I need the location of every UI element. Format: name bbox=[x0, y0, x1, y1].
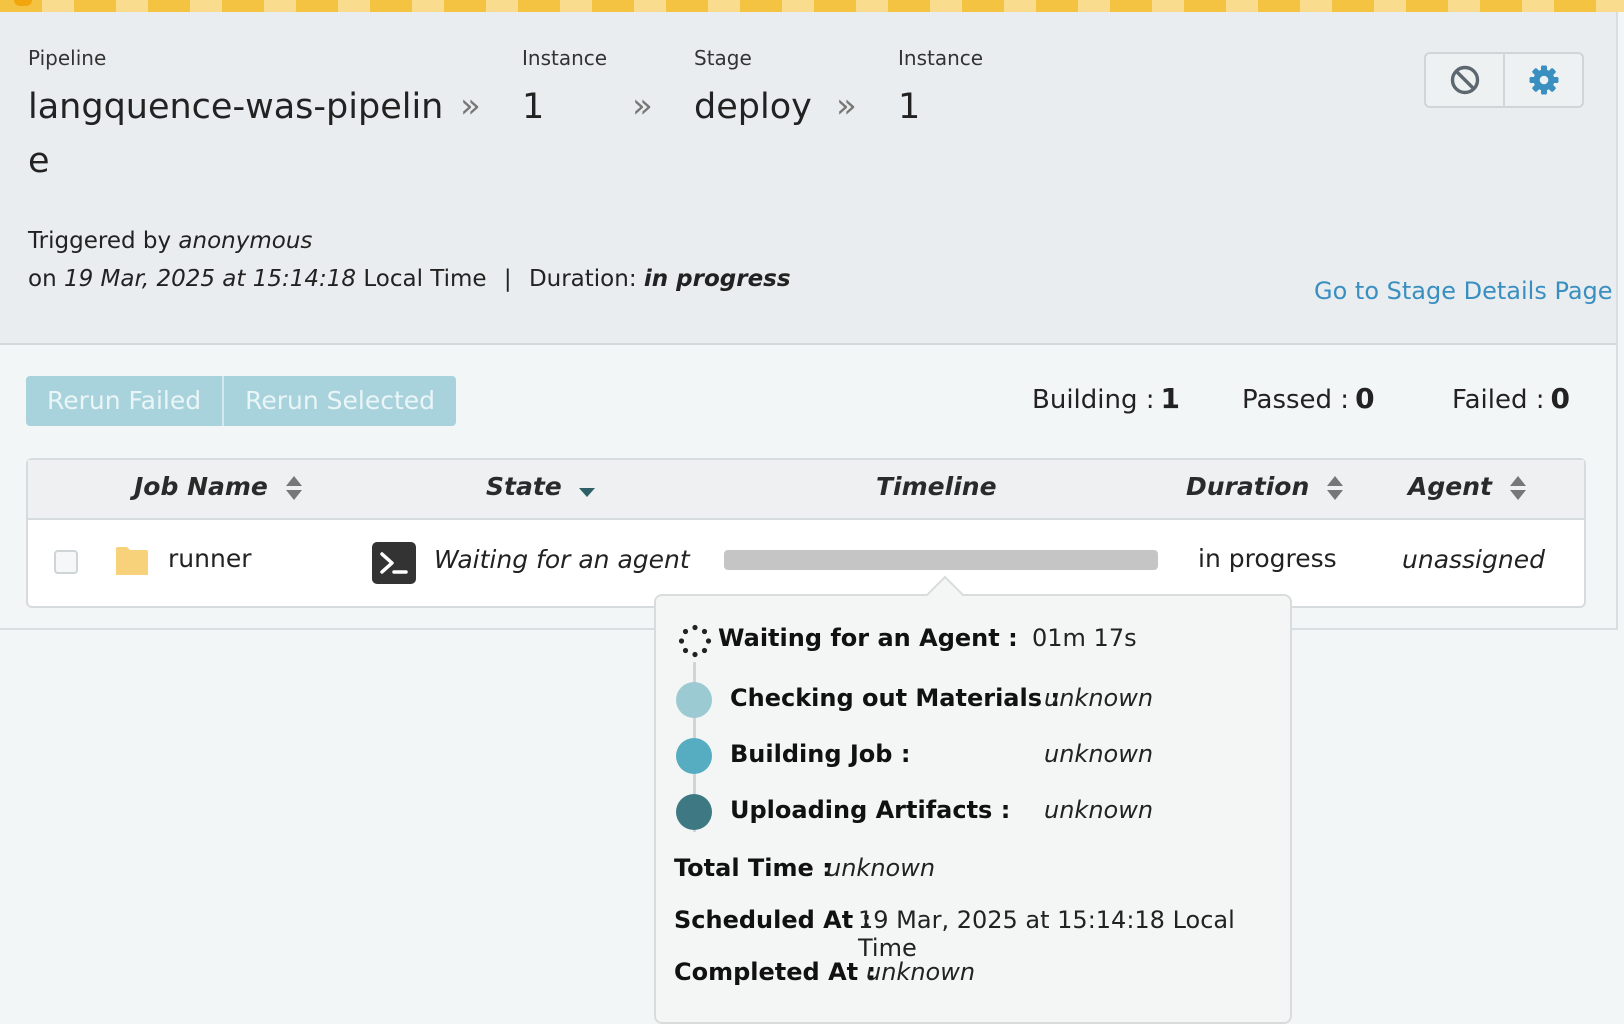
triggered-by-user: anonymous bbox=[178, 228, 313, 254]
job-timeline-bar[interactable] bbox=[724, 550, 1158, 570]
table-header: Job Name State Timeline Duration Agent bbox=[28, 460, 1584, 520]
spinner-icon bbox=[678, 624, 712, 658]
column-header-timeline: Timeline bbox=[876, 472, 997, 501]
trigger-divider: | bbox=[503, 266, 512, 292]
settings-button[interactable] bbox=[1503, 54, 1582, 106]
stripe-marker bbox=[14, 0, 32, 6]
building-count: Building :1 bbox=[1032, 382, 1180, 415]
column-header-state-label: State bbox=[486, 472, 562, 501]
uploading-dot bbox=[676, 794, 712, 830]
stage-label: Stage bbox=[694, 46, 752, 70]
rerun-button-group: Rerun Failed Rerun Selected bbox=[26, 376, 457, 426]
failed-count-label: Failed : bbox=[1452, 385, 1545, 415]
sort-icon bbox=[1326, 476, 1343, 500]
duration-value: in progress bbox=[643, 266, 791, 292]
breadcrumb-stage: Stage deploy bbox=[694, 46, 812, 134]
scheduled-at-label: Scheduled At : bbox=[674, 906, 872, 934]
building-label: Building Job : bbox=[730, 740, 911, 768]
building-dot bbox=[676, 738, 712, 774]
building-status-stripe bbox=[0, 0, 1624, 12]
sort-icon bbox=[285, 476, 302, 500]
column-header-agent-label: Agent bbox=[1408, 472, 1492, 501]
building-count-value: 1 bbox=[1160, 382, 1180, 415]
folder-icon[interactable] bbox=[114, 545, 150, 577]
breadcrumb-separator: » bbox=[460, 86, 481, 126]
gear-icon bbox=[1529, 65, 1558, 95]
stage-instance-label: Instance bbox=[898, 46, 984, 70]
job-agent: unassigned bbox=[1402, 545, 1545, 574]
column-header-job-name[interactable]: Job Name bbox=[134, 472, 303, 501]
breadcrumb-separator: » bbox=[632, 86, 653, 126]
stage-instance-value: 1 bbox=[898, 87, 921, 127]
trigger-info: on 19 Mar, 2025 at 15:14:18 Local Time |… bbox=[28, 266, 791, 292]
column-header-agent[interactable]: Agent bbox=[1408, 472, 1527, 501]
timeline-tooltip: Waiting for an Agent : 01m 17s Checking … bbox=[654, 575, 1292, 1024]
checkout-value: unknown bbox=[1044, 684, 1154, 712]
rerun-failed-button[interactable]: Rerun Failed bbox=[26, 376, 223, 426]
checkout-label: Checking out Materials : bbox=[730, 684, 1060, 712]
failed-count-value: 0 bbox=[1550, 382, 1570, 415]
instance-label: Instance bbox=[522, 46, 608, 70]
stage-details-link[interactable]: Go to Stage Details Page bbox=[1314, 277, 1613, 305]
rerun-selected-button[interactable]: Rerun Selected bbox=[222, 376, 457, 426]
breadcrumb-stage-instance: Instance 1 bbox=[898, 46, 983, 134]
building-value: unknown bbox=[1044, 740, 1154, 768]
breadcrumb-separator: » bbox=[836, 86, 857, 126]
passed-count-label: Passed : bbox=[1242, 385, 1350, 415]
trigger-local-time: Local Time bbox=[363, 266, 487, 292]
job-select-checkbox[interactable] bbox=[54, 550, 78, 574]
terminal-icon[interactable] bbox=[372, 542, 416, 584]
failed-count: Failed :0 bbox=[1452, 382, 1570, 415]
total-time-value: unknown bbox=[826, 854, 936, 882]
jobs-table: Job Name State Timeline Duration Agent r… bbox=[26, 458, 1586, 608]
checkout-dot bbox=[676, 682, 712, 718]
page-header: Pipeline langquence-was-pipelin e » Inst… bbox=[0, 12, 1616, 345]
column-header-duration[interactable]: Duration bbox=[1186, 472, 1344, 501]
pipeline-name-line2[interactable]: e bbox=[28, 134, 443, 188]
breadcrumb-pipeline-instance: Instance 1 bbox=[522, 46, 607, 134]
job-duration: in progress bbox=[1198, 544, 1337, 573]
triggered-by-prefix: Triggered by bbox=[28, 228, 172, 254]
instance-value[interactable]: 1 bbox=[522, 80, 607, 134]
building-count-label: Building : bbox=[1032, 385, 1155, 415]
passed-count-value: 0 bbox=[1355, 382, 1375, 415]
cancel-icon bbox=[1450, 65, 1479, 95]
uploading-label: Uploading Artifacts : bbox=[730, 796, 1011, 824]
completed-at-label: Completed At : bbox=[674, 958, 877, 986]
passed-count: Passed :0 bbox=[1242, 382, 1375, 415]
column-header-state[interactable]: State bbox=[486, 472, 596, 501]
header-action-group bbox=[1424, 52, 1584, 108]
pipeline-name[interactable]: langquence-was-pipelin e bbox=[28, 80, 443, 188]
triggered-by: Triggered by anonymous bbox=[28, 228, 312, 254]
breadcrumb-pipeline: Pipeline langquence-was-pipelin e bbox=[28, 46, 443, 188]
trigger-on: on bbox=[28, 266, 57, 292]
job-name-link[interactable]: runner bbox=[168, 544, 251, 573]
duration-label: Duration: bbox=[528, 266, 637, 292]
scheduled-at-value: 19 Mar, 2025 at 15:14:18 Local Time bbox=[858, 906, 1235, 962]
column-header-duration-label: Duration bbox=[1186, 472, 1310, 501]
trigger-date: 19 Mar, 2025 at 15:14:18 bbox=[63, 266, 357, 292]
sort-icon bbox=[1509, 476, 1526, 500]
column-header-job-name-label: Job Name bbox=[134, 472, 268, 501]
waiting-value: 01m 17s bbox=[1032, 624, 1137, 652]
uploading-value: unknown bbox=[1044, 796, 1154, 824]
cancel-button[interactable] bbox=[1426, 54, 1503, 106]
waiting-label: Waiting for an Agent : bbox=[718, 624, 1018, 652]
stage-value[interactable]: deploy bbox=[694, 80, 812, 134]
job-panel: Pipeline langquence-was-pipelin e » Inst… bbox=[0, 12, 1618, 630]
total-time-label: Total Time : bbox=[674, 854, 832, 882]
job-state: Waiting for an agent bbox=[434, 545, 690, 574]
pipeline-label: Pipeline bbox=[28, 46, 107, 70]
caret-down-icon bbox=[579, 488, 596, 497]
pipeline-name-line1[interactable]: langquence-was-pipelin bbox=[28, 80, 443, 134]
completed-at-value: unknown bbox=[866, 958, 976, 986]
